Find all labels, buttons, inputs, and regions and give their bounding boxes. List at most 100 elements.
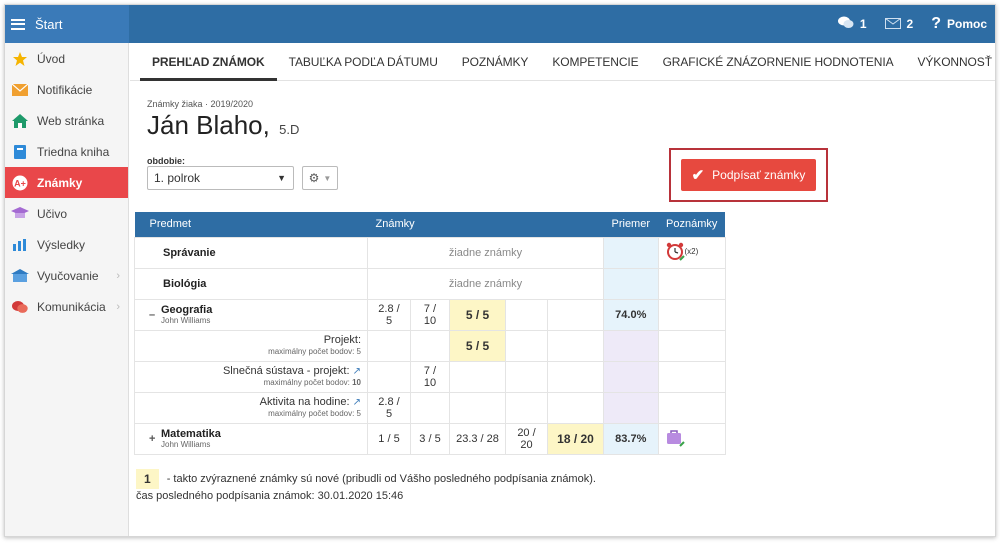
- help-button[interactable]: ? Pomoc: [931, 15, 987, 33]
- grade-cell[interactable]: 7 / 10: [410, 298, 450, 331]
- new-grade-sample: 1: [136, 469, 159, 489]
- teacher-name: John Williams: [161, 440, 211, 449]
- expand-toggle[interactable]: +: [149, 433, 161, 445]
- caret-down-icon: ▼: [277, 173, 286, 183]
- caret-down-icon: ▼: [323, 173, 332, 183]
- header-grades: Známky: [367, 212, 604, 237]
- start-menu-button[interactable]: Štart: [5, 5, 129, 43]
- grade-cell[interactable]: 3 / 5: [410, 422, 450, 455]
- subject-name: Matematika: [161, 428, 221, 440]
- tab-poznamky[interactable]: POZNÁMKY: [450, 43, 541, 81]
- sidebar-item-label: Výsledky: [37, 237, 86, 252]
- star-icon: [11, 51, 29, 67]
- last-sign-time: čas posledného podpísania známok: 30.01.…: [136, 490, 404, 502]
- tab-tabulka-podla-datumu[interactable]: TABUĽKA PODĽA DÁTUMU: [277, 43, 450, 81]
- grades-table: Predmet Známky Priemer Poznámky Správani…: [134, 212, 726, 455]
- grade-cell-empty: [505, 391, 548, 424]
- table-row: Biológia žiadne známky: [134, 267, 726, 300]
- collapse-toggle[interactable]: –: [149, 309, 161, 321]
- grade-cell-new[interactable]: 18 / 20: [547, 422, 604, 455]
- no-grades-note: žiadne známky: [367, 267, 604, 300]
- assignment-name: Slnečná sústava - projekt:: [222, 364, 350, 377]
- period-select[interactable]: 1. polrok ▼: [147, 166, 294, 190]
- bag-icon[interactable]: [665, 427, 685, 447]
- notes-cell: [657, 360, 726, 393]
- grade-cell-empty: [547, 360, 604, 393]
- question-icon: ?: [931, 15, 941, 32]
- grade-cell-empty: [505, 329, 548, 362]
- external-link-icon[interactable]: ↗: [353, 397, 361, 408]
- external-link-icon[interactable]: ↗: [353, 366, 361, 377]
- graduation-icon: [11, 206, 29, 222]
- app-window: Štart 1 2 ? Pomoc Úvod Notifikácie Web s…: [4, 4, 996, 537]
- settings-dropdown-button[interactable]: ⚙ ▼: [302, 166, 338, 190]
- notes-cell: [657, 329, 726, 362]
- table-row: Aktivita na hodine: ↗ maximálny počet bo…: [134, 391, 726, 424]
- sign-grades-button[interactable]: ✔ Podpísať známky: [681, 159, 816, 191]
- average-cell: [603, 236, 659, 269]
- tab-kompetencie[interactable]: KOMPETENCIE: [540, 43, 650, 81]
- sidebar-item-notifikacie[interactable]: Notifikácie: [5, 74, 128, 105]
- grade-cell-new[interactable]: 5 / 5: [449, 298, 506, 331]
- grade-cell-empty: [367, 360, 411, 393]
- grade-cell[interactable]: 7 / 10: [410, 360, 450, 393]
- sidebar-item-uvod[interactable]: Úvod: [5, 43, 128, 74]
- grade-cell-empty: [547, 329, 604, 362]
- sidebar-item-label: Známky: [37, 175, 83, 190]
- messages-button[interactable]: 1: [837, 16, 867, 32]
- grade-cell[interactable]: 23.3 / 28: [449, 422, 506, 455]
- bar-chart-icon: [11, 237, 29, 253]
- chat-icon: [11, 299, 29, 315]
- tab-prehlad-znamok[interactable]: PREHĽAD ZNÁMOK: [140, 43, 277, 81]
- grade-cell-empty: [547, 298, 604, 331]
- top-bar-actions: 1 2 ? Pomoc: [820, 5, 987, 43]
- grade-cell[interactable]: 20 / 20: [505, 422, 548, 455]
- assignment-name: Aktivita na hodine:: [259, 395, 350, 408]
- mail-icon: [884, 16, 901, 32]
- start-label: Štart: [35, 16, 63, 32]
- grades-icon: A+: [11, 175, 29, 191]
- max-points-label: maximálny počet bodov:: [263, 377, 353, 387]
- sign-button-highlight: ✔ Podpísať známky: [669, 148, 828, 202]
- table-header-row: Predmet Známky Priemer Poznámky: [134, 212, 726, 237]
- table-row: + Matematika John Williams 1 / 5 3 / 5 2…: [134, 422, 726, 455]
- sidebar-item-vyucovanie[interactable]: Vyučovanie ›: [5, 260, 128, 291]
- grade-cell[interactable]: 2.8 / 5: [367, 391, 411, 424]
- average-cell: [603, 267, 659, 300]
- average-cell: [603, 329, 659, 362]
- student-class: 5.D: [279, 122, 300, 137]
- grade-cell[interactable]: 1 / 5: [367, 422, 411, 455]
- mail-button[interactable]: 2: [884, 16, 913, 32]
- sidebar-item-triedna-kniha[interactable]: Triedna kniha: [5, 136, 128, 167]
- student-name: Ján Blaho,: [147, 110, 270, 140]
- help-label: Pomoc: [946, 17, 987, 31]
- sidebar-item-web-stranka[interactable]: Web stránka: [5, 105, 128, 136]
- sidebar-item-komunikacia[interactable]: Komunikácia ›: [5, 291, 128, 322]
- notes-cell[interactable]: (x2): [657, 236, 726, 269]
- sidebar-item-znamky[interactable]: A+ Známky: [5, 167, 128, 198]
- grade-cell[interactable]: 2.8 / 5: [367, 298, 411, 331]
- notes-cell[interactable]: [657, 422, 726, 455]
- max-points: maximálny počet bodov: 5: [268, 346, 361, 356]
- check-icon: ✔: [691, 167, 705, 184]
- hamburger-icon: [11, 18, 25, 30]
- notes-cell: [657, 267, 726, 300]
- main-content: Známky žiaka · 2019/2020 Ján Blaho, 5.D …: [130, 82, 995, 536]
- tab-graficke-znazornenie[interactable]: GRAFICKÉ ZNÁZORNENIE HODNOTENIA: [651, 43, 906, 81]
- sidebar: Úvod Notifikácie Web stránka Triedna kni…: [5, 43, 129, 536]
- new-grades-legend: 1 - takto zvýraznené známky sú nové (pri…: [136, 469, 596, 489]
- tab-vykonnost-studenta[interactable]: VÝKONNOSŤ ŠTUDENTA: [905, 43, 995, 81]
- chevron-right-icon: ›: [116, 300, 120, 313]
- header-subject: Predmet: [134, 212, 368, 237]
- max-points: maximálny počet bodov: 5: [268, 408, 361, 418]
- sidebar-item-label: Učivo: [37, 206, 68, 221]
- no-grades-note: žiadne známky: [367, 236, 604, 269]
- average-cell: 83.7%: [603, 422, 659, 455]
- sidebar-item-vysledky[interactable]: Výsledky: [5, 229, 128, 260]
- sidebar-item-ucivo[interactable]: Učivo: [5, 198, 128, 229]
- grade-cell-empty: [505, 360, 548, 393]
- envelope-icon: [11, 82, 29, 98]
- grade-cell-empty: [367, 329, 411, 362]
- grade-cell-new[interactable]: 5 / 5: [449, 329, 506, 362]
- alarm-clock-icon[interactable]: (x2): [665, 241, 698, 261]
